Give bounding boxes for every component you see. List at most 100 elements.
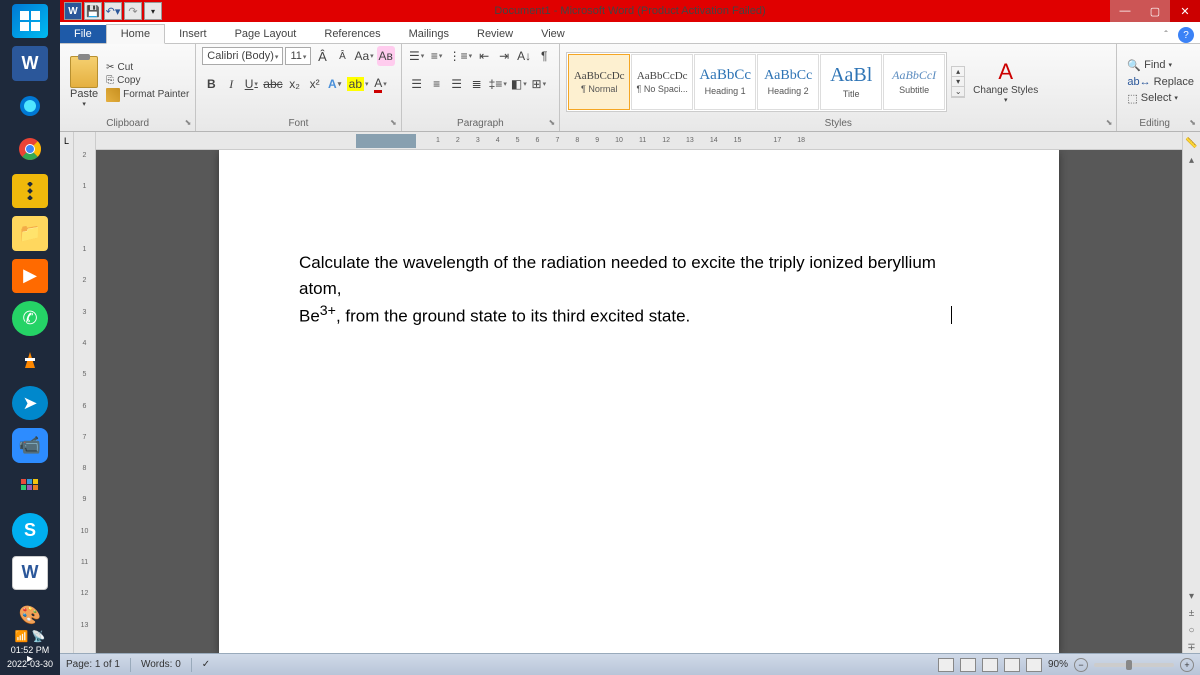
file-explorer-icon[interactable]: 📁 (12, 216, 48, 250)
decrease-indent-button[interactable]: ⇤ (475, 46, 493, 66)
tab-page-layout[interactable]: Page Layout (221, 25, 311, 43)
styles-expand[interactable]: ⌄ (952, 87, 964, 97)
style-item-0[interactable]: AaBbCcDc¶ Normal (568, 54, 630, 110)
style-item-2[interactable]: AaBbCcHeading 1 (694, 54, 756, 110)
collapse-ribbon-icon[interactable]: ˆ (1158, 27, 1174, 43)
help-icon[interactable]: ? (1178, 27, 1194, 43)
horizontal-ruler[interactable]: 1234567891011121314151718 (96, 132, 1182, 150)
shading-button[interactable]: ◧ (510, 74, 528, 94)
find-button[interactable]: 🔍Find ▾ (1127, 59, 1194, 72)
browse-object-icon[interactable]: ○ (1188, 625, 1194, 636)
page-scroll[interactable]: Calculate the wavelength of the radiatio… (96, 150, 1182, 653)
shrink-font-button[interactable]: Â (333, 46, 351, 66)
spell-check-icon[interactable]: ✓ (202, 659, 210, 670)
undo-icon[interactable]: ↶▾ (104, 2, 122, 20)
multilevel-list-button[interactable]: ⋮≡ (448, 46, 474, 66)
tab-home[interactable]: Home (106, 24, 165, 44)
line-spacing-button[interactable]: ‡≡ (488, 74, 508, 94)
file-tab[interactable]: File (60, 25, 106, 43)
redo-icon[interactable]: ↷ (124, 2, 142, 20)
bullets-button[interactable]: ☰ (408, 46, 426, 66)
replace-button[interactable]: ab↔Replace (1127, 76, 1194, 88)
scroll-down-icon[interactable]: ▾ (1189, 591, 1194, 602)
zoom-icon[interactable]: 📹 (12, 428, 48, 462)
tab-review[interactable]: Review (463, 25, 527, 43)
font-color-button[interactable]: A (372, 74, 390, 94)
word-icon[interactable]: W (12, 46, 48, 80)
prev-page-icon[interactable]: ± (1189, 608, 1195, 619)
style-item-5[interactable]: AaBbCcISubtitle (883, 54, 945, 110)
sort-button[interactable]: A↓ (515, 46, 533, 66)
minimize-button[interactable]: — (1110, 0, 1140, 22)
skype-icon[interactable]: S (12, 513, 48, 547)
app-grid-icon[interactable] (12, 471, 48, 505)
increase-indent-button[interactable]: ⇥ (495, 46, 513, 66)
next-page-icon[interactable]: ∓ (1187, 642, 1195, 653)
vertical-ruler[interactable]: 2112345678910111213 (74, 132, 96, 653)
underline-button[interactable]: U (242, 74, 260, 94)
align-center-button[interactable]: ≡ (428, 74, 446, 94)
tab-references[interactable]: References (310, 25, 394, 43)
document-page[interactable]: Calculate the wavelength of the radiatio… (219, 150, 1059, 653)
close-button[interactable]: ✕ (1170, 0, 1200, 22)
zoom-level[interactable]: 90% (1048, 659, 1068, 670)
text-effects-button[interactable]: A (326, 74, 344, 94)
align-right-button[interactable]: ☰ (448, 74, 466, 94)
cut-button[interactable]: ✂Cut (106, 62, 189, 73)
outline-view[interactable] (1004, 658, 1020, 672)
draft-view[interactable] (1026, 658, 1042, 672)
paint-icon[interactable]: 🎨 (12, 598, 48, 632)
strikethrough-button[interactable]: abc (262, 74, 283, 94)
bold-button[interactable]: B (202, 74, 220, 94)
print-layout-view[interactable] (938, 658, 954, 672)
tab-view[interactable]: View (527, 25, 579, 43)
justify-button[interactable]: ≣ (468, 74, 486, 94)
change-case-button[interactable]: Aa (353, 46, 374, 66)
style-item-1[interactable]: AaBbCcDc¶ No Spaci... (631, 54, 693, 110)
word-logo-icon[interactable]: W (64, 2, 82, 20)
network-icon[interactable]: 📶 📡 (15, 630, 45, 643)
maximize-button[interactable]: ▢ (1140, 0, 1170, 22)
select-button[interactable]: ⬚Select ▾ (1127, 92, 1194, 105)
zoom-in-button[interactable]: + (1180, 658, 1194, 672)
word-app-icon[interactable]: W (12, 556, 48, 591)
save-icon[interactable]: 💾 (84, 2, 102, 20)
tab-selector[interactable]: L (60, 132, 74, 653)
media-player-icon[interactable]: ▶ (12, 259, 48, 293)
grow-font-button[interactable]: Â (313, 46, 331, 66)
borders-button[interactable]: ⊞ (530, 74, 548, 94)
vlc-icon[interactable] (12, 344, 48, 378)
word-count[interactable]: Words: 0 (141, 659, 181, 670)
italic-button[interactable]: I (222, 74, 240, 94)
styles-scroll-down[interactable]: ▾ (952, 77, 964, 87)
style-item-3[interactable]: AaBbCcHeading 2 (757, 54, 819, 110)
edge-icon[interactable] (12, 89, 48, 123)
copy-button[interactable]: ⎘Copy (106, 75, 189, 86)
clear-formatting-button[interactable]: Aʙ (377, 46, 395, 66)
tab-mailings[interactable]: Mailings (395, 25, 463, 43)
ruler-toggle-icon[interactable]: 📏 (1185, 138, 1197, 149)
change-styles-button[interactable]: A Change Styles ▾ (969, 57, 1042, 106)
highlight-button[interactable]: ab (346, 74, 370, 94)
qat-customize-icon[interactable]: ▾ (144, 2, 162, 20)
fullscreen-view[interactable] (960, 658, 976, 672)
tab-insert[interactable]: Insert (165, 25, 221, 43)
start-button[interactable] (12, 4, 48, 38)
subscript-button[interactable]: x₂ (286, 74, 304, 94)
font-size-combo[interactable]: 11 (285, 47, 311, 65)
format-painter-button[interactable]: Format Painter (106, 88, 189, 102)
binance-icon[interactable] (12, 174, 48, 208)
align-left-button[interactable]: ☰ (408, 74, 426, 94)
style-item-4[interactable]: AaBlTitle (820, 54, 882, 110)
zoom-slider[interactable] (1094, 663, 1174, 667)
numbering-button[interactable]: ≡ (428, 46, 446, 66)
telegram-icon[interactable]: ➤ (12, 386, 48, 420)
chrome-icon[interactable] (12, 131, 48, 165)
styles-scroll-up[interactable]: ▴ (952, 67, 964, 77)
show-marks-button[interactable]: ¶ (535, 46, 553, 66)
font-name-combo[interactable]: Calibri (Body) (202, 47, 283, 65)
zoom-out-button[interactable]: − (1074, 658, 1088, 672)
web-layout-view[interactable] (982, 658, 998, 672)
page-indicator[interactable]: Page: 1 of 1 (66, 659, 120, 670)
superscript-button[interactable]: x² (306, 74, 324, 94)
